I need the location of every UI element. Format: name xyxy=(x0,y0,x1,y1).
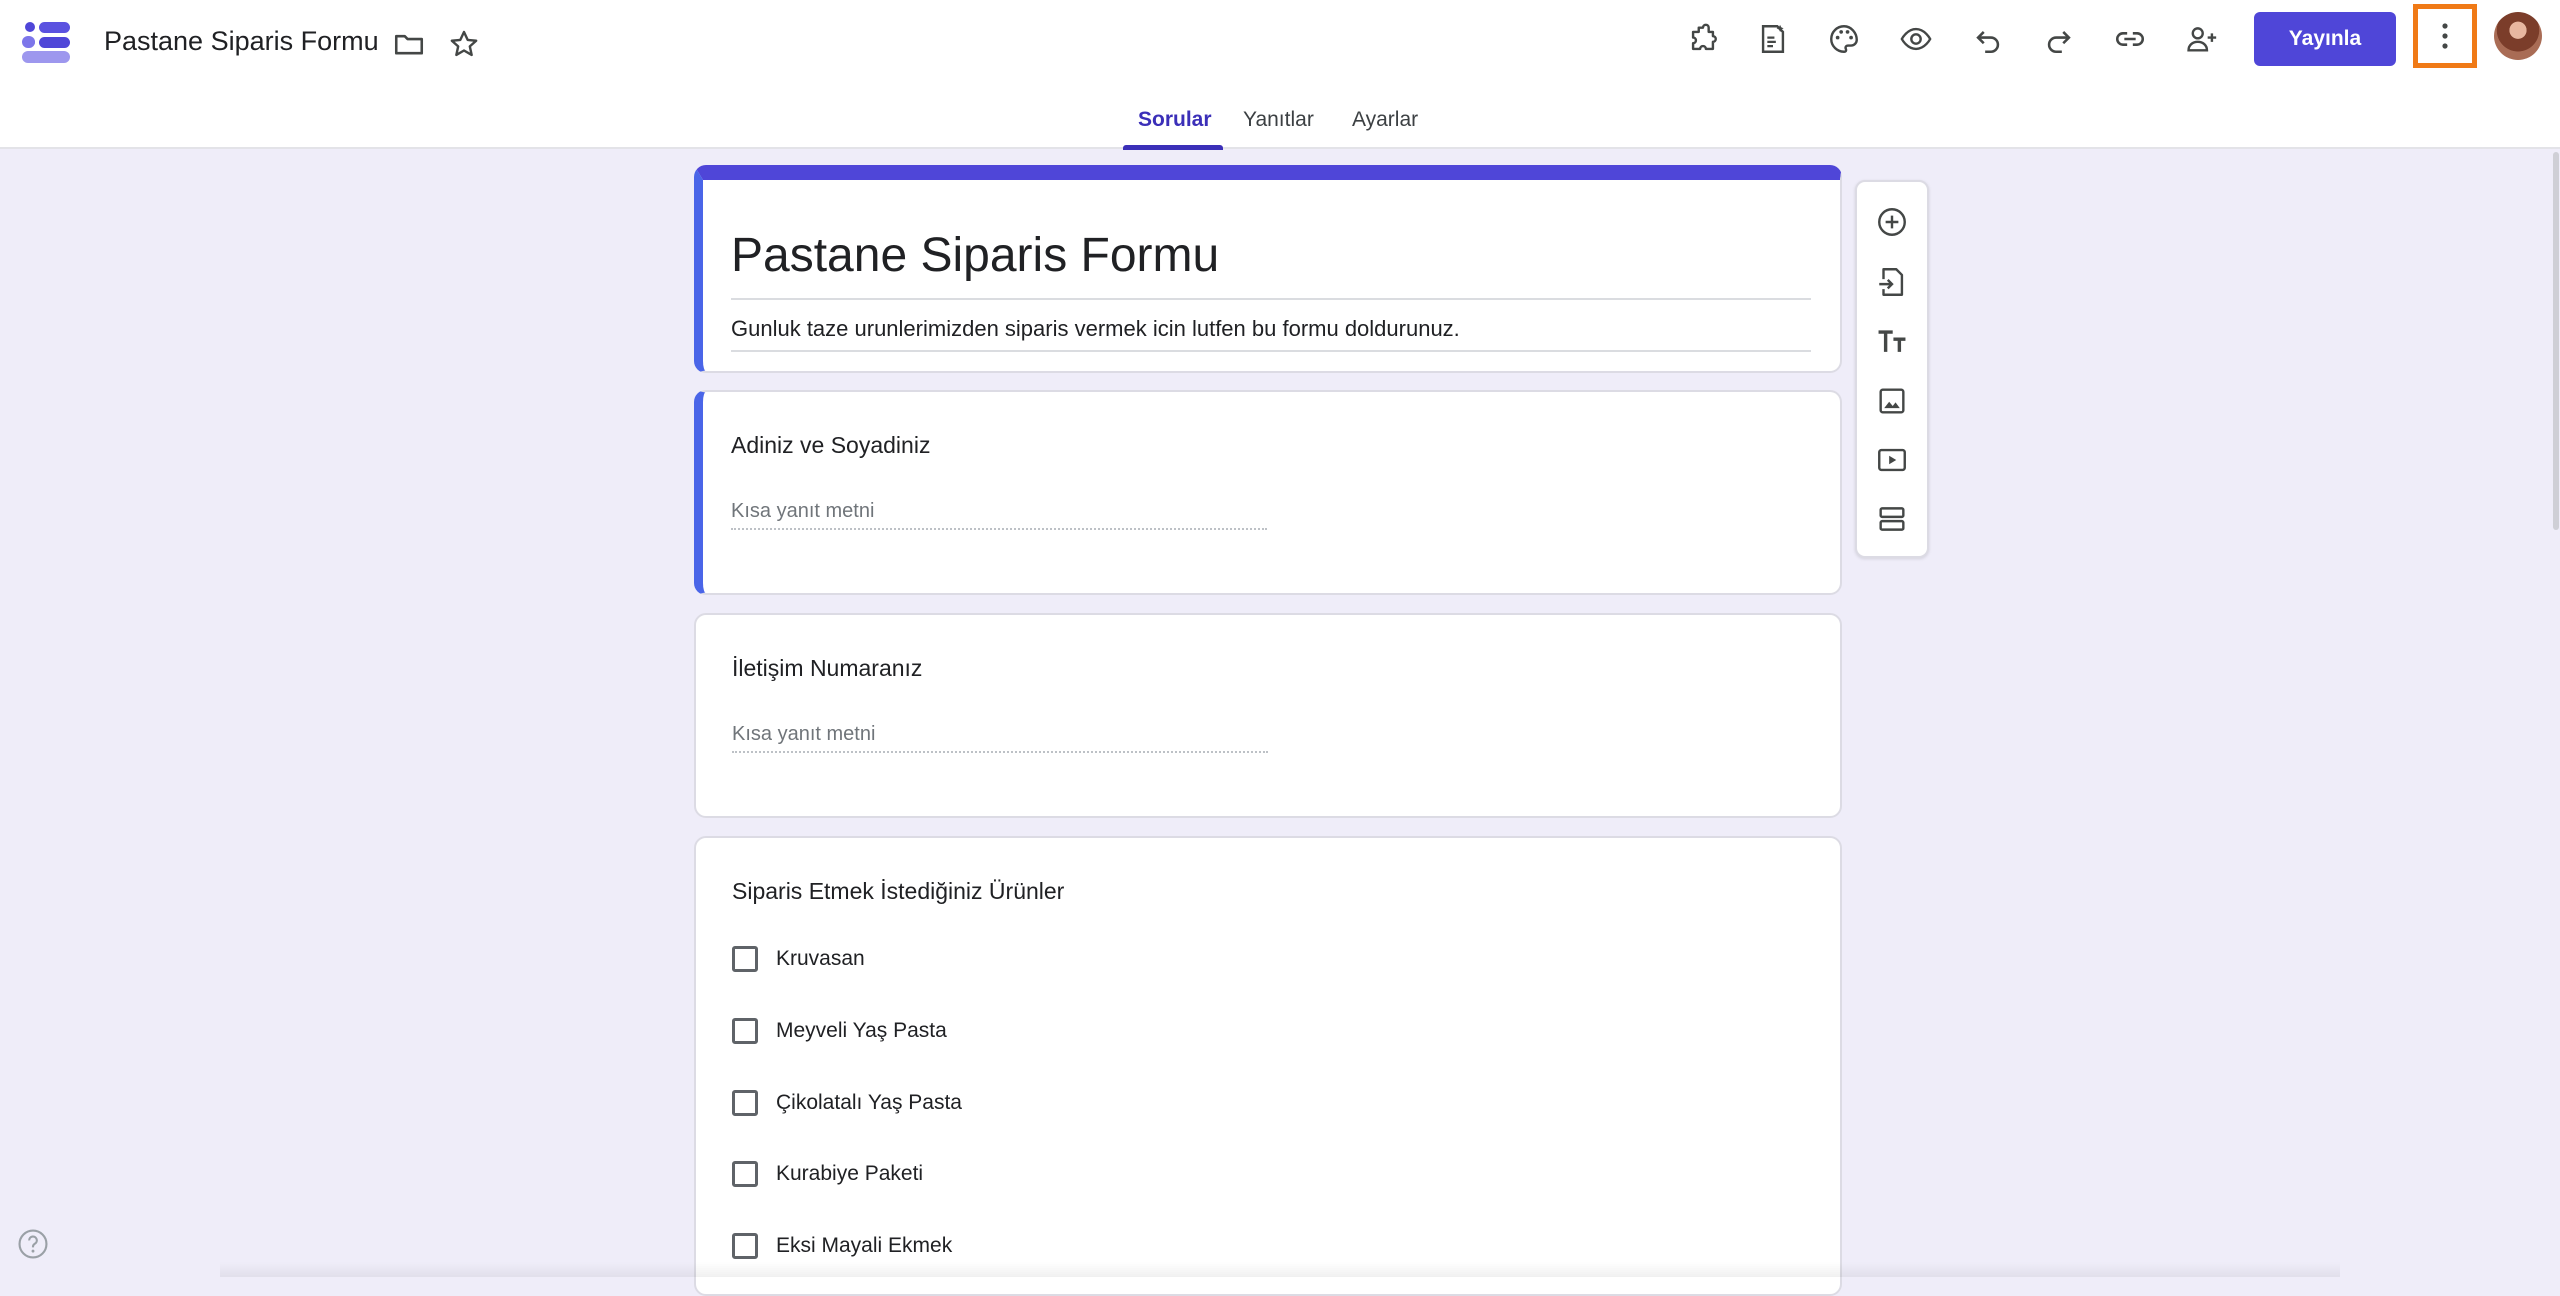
add-video-icon[interactable] xyxy=(1872,440,1912,480)
page-scrollbar[interactable] xyxy=(2553,152,2559,530)
more-options-button[interactable] xyxy=(2413,4,2477,68)
add-image-icon[interactable] xyxy=(1872,381,1912,421)
add-title-icon[interactable] xyxy=(1872,322,1912,362)
checkbox[interactable] xyxy=(732,946,758,972)
customize-ai-icon[interactable] xyxy=(1751,17,1795,61)
question-title[interactable]: İletişim Numaranız xyxy=(732,655,922,682)
move-to-folder-icon[interactable] xyxy=(387,22,431,66)
checkbox[interactable] xyxy=(732,1018,758,1044)
question-title[interactable]: Siparis Etmek İstediğiniz Ürünler xyxy=(732,878,1064,905)
help-icon[interactable] xyxy=(16,1227,50,1261)
addons-icon[interactable] xyxy=(1681,17,1725,61)
document-title[interactable]: Pastane Siparis Formu xyxy=(104,26,379,57)
question-card-products[interactable]: Siparis Etmek İstediğiniz Ürünler Kruvas… xyxy=(694,836,1842,1296)
option-label: Meyveli Yaş Pasta xyxy=(776,1019,947,1042)
checkbox-option[interactable]: Meyveli Yaş Pasta xyxy=(732,1015,947,1047)
more-vert-icon xyxy=(2442,23,2448,49)
option-label: Kruvasan xyxy=(776,947,865,970)
question-card-name[interactable]: Adiniz ve Soyadiniz Kısa yanıt metni xyxy=(694,390,1842,595)
checkbox-option[interactable]: Kruvasan xyxy=(732,943,865,975)
tab-responses[interactable]: Yanıtlar xyxy=(1243,108,1314,132)
forms-app-logo-icon[interactable] xyxy=(22,18,72,66)
active-tab-indicator xyxy=(1123,145,1223,150)
add-collaborator-icon[interactable] xyxy=(2180,17,2224,61)
link-icon[interactable] xyxy=(2108,17,2152,61)
form-title[interactable]: Pastane Siparis Formu xyxy=(731,228,1219,283)
scroll-shadow xyxy=(220,1262,2340,1277)
redo-icon[interactable] xyxy=(2037,17,2081,61)
top-app-bar: Pastane Siparis Formu Yayınla Sorular Ya… xyxy=(0,0,2560,150)
divider xyxy=(731,350,1811,352)
question-card-phone[interactable]: İletişim Numaranız Kısa yanıt metni xyxy=(694,613,1842,818)
add-section-icon[interactable] xyxy=(1872,499,1912,539)
undo-icon[interactable] xyxy=(1966,17,2010,61)
tab-questions[interactable]: Sorular xyxy=(1138,108,1212,132)
checkbox-option[interactable]: Kurabiye Paketi xyxy=(732,1158,923,1190)
form-header-card[interactable]: Pastane Siparis Formu Gunluk taze urunle… xyxy=(694,165,1842,373)
palette-icon[interactable] xyxy=(1822,17,1866,61)
option-label: Çikolatalı Yaş Pasta xyxy=(776,1091,962,1114)
checkbox[interactable] xyxy=(732,1161,758,1187)
checkbox-option[interactable]: Eksi Mayali Ekmek xyxy=(732,1230,952,1262)
editor-tabs: Sorular Yanıtlar Ayarlar xyxy=(0,94,2560,150)
short-answer-field: Kısa yanıt metni xyxy=(731,496,1267,530)
preview-icon[interactable] xyxy=(1894,17,1938,61)
checkbox[interactable] xyxy=(732,1233,758,1259)
question-title[interactable]: Adiniz ve Soyadiniz xyxy=(731,432,930,459)
import-questions-icon[interactable] xyxy=(1872,262,1912,302)
floating-question-toolbar xyxy=(1855,180,1929,558)
option-label: Eksi Mayali Ekmek xyxy=(776,1234,953,1257)
publish-button[interactable]: Yayınla xyxy=(2254,12,2396,66)
short-answer-field: Kısa yanıt metni xyxy=(732,719,1268,753)
tab-settings[interactable]: Ayarlar xyxy=(1352,108,1418,132)
checkbox-option[interactable]: Çikolatalı Yaş Pasta xyxy=(732,1087,962,1119)
option-label: Kurabiye Paketi xyxy=(776,1162,924,1185)
checkbox[interactable] xyxy=(732,1090,758,1116)
divider xyxy=(731,298,1811,300)
add-question-icon[interactable] xyxy=(1872,202,1912,242)
star-icon[interactable] xyxy=(442,22,486,66)
form-description[interactable]: Gunluk taze urunlerimizden siparis verme… xyxy=(731,316,1460,342)
account-avatar[interactable] xyxy=(2494,12,2542,60)
